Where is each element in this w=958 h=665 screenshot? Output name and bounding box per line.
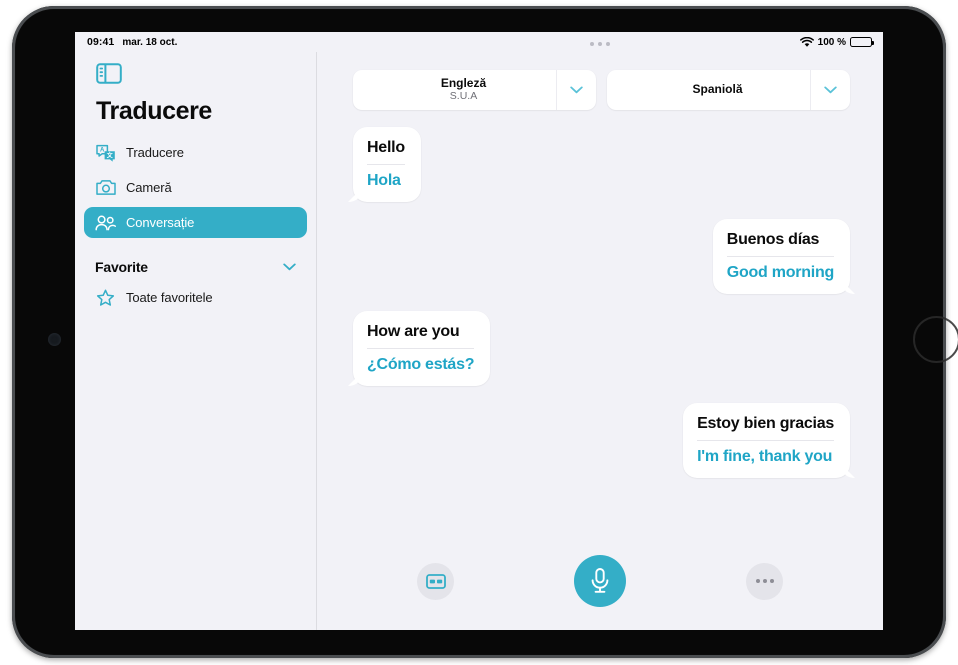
people-icon	[95, 213, 116, 232]
message-translation: I'm fine, thank you	[697, 448, 833, 465]
message-divider	[367, 164, 405, 165]
message-bubble[interactable]: How are you ¿Cómo estás?	[353, 311, 491, 386]
ellipsis-dot	[755, 579, 760, 583]
svg-text:文: 文	[105, 151, 113, 159]
target-language-text: Spaniolă	[607, 82, 810, 97]
drag-dot	[598, 42, 602, 46]
bottom-toolbar	[317, 538, 883, 630]
message-bubble[interactable]: Buenos días Good morning	[712, 219, 850, 294]
target-language-select[interactable]: Spaniolă	[607, 70, 850, 110]
drag-dot	[606, 42, 610, 46]
source-language-name: Engleză	[440, 75, 487, 90]
face-to-face-button[interactable]	[417, 562, 454, 600]
sidebar: Traducere A 文 Traducere Cameră Conversaț…	[75, 52, 317, 630]
main-panel: Engleză S.U.A Spaniolă Hello Hola Buenos…	[317, 42, 883, 630]
message-divider	[367, 348, 475, 349]
chevron-down-icon[interactable]	[810, 70, 850, 110]
message-translation: Hola	[367, 172, 401, 189]
home-button[interactable]	[913, 316, 958, 363]
split-view: Traducere A 文 Traducere Cameră Conversaț…	[75, 42, 883, 630]
message-original: Hello	[367, 139, 405, 156]
message-bubble[interactable]: Hello Hola	[353, 127, 421, 202]
message-row: Estoy bien gracias I'm fine, thank you	[353, 403, 850, 478]
page-title: Traducere	[96, 97, 212, 125]
microphone-icon	[591, 568, 609, 593]
ellipsis-icon	[755, 579, 774, 583]
status-date: mar. 18 oct.	[122, 37, 178, 48]
microphone-button[interactable]	[574, 555, 626, 607]
sidebar-item-conversatie[interactable]: Conversație	[84, 207, 307, 238]
sidebar-item-traducere[interactable]: A 文 Traducere	[84, 137, 307, 168]
message-row: How are you ¿Cómo estás?	[353, 311, 850, 386]
front-camera-icon	[48, 333, 61, 346]
source-language-text: Engleză S.U.A	[353, 75, 556, 103]
sidebar-item-toate-favoritele[interactable]: Toate favoritele	[84, 282, 307, 313]
chevron-down-icon[interactable]	[556, 70, 596, 110]
message-original: Estoy bien gracias	[697, 415, 834, 432]
message-divider	[726, 256, 834, 257]
sidebar-item-label: Cameră	[126, 180, 172, 195]
conversation-list: Hello Hola Buenos días Good morning How …	[317, 110, 883, 538]
source-language-region: S.U.A	[449, 90, 478, 103]
message-row: Hello Hola	[353, 127, 850, 202]
svg-text:A: A	[100, 147, 105, 153]
face-to-face-icon	[425, 573, 446, 589]
camera-icon	[95, 178, 116, 197]
drag-handle-dots[interactable]	[317, 36, 883, 52]
message-original: How are you	[367, 323, 460, 340]
sidebar-section-favorite[interactable]: Favorite	[84, 252, 307, 282]
status-bar-left: 09:41 mar. 18 oct.	[87, 36, 177, 48]
sidebar-item-label: Conversație	[126, 215, 195, 230]
target-language-name: Spaniolă	[692, 82, 743, 97]
sidebar-section-title: Favorite	[95, 259, 148, 275]
sidebar-item-camera[interactable]: Cameră	[84, 172, 307, 203]
ellipsis-dot	[769, 579, 774, 583]
chevron-down-icon[interactable]	[283, 263, 296, 271]
translate-icon: A 文	[95, 143, 116, 162]
source-language-select[interactable]: Engleză S.U.A	[353, 70, 596, 110]
drag-dot	[590, 42, 594, 46]
language-bar: Engleză S.U.A Spaniolă	[317, 52, 883, 110]
message-translation: Good morning	[726, 264, 834, 281]
sidebar-toggle-icon[interactable]	[96, 63, 122, 84]
star-icon	[95, 288, 116, 307]
sidebar-item-label: Traducere	[126, 145, 184, 160]
message-row: Buenos días Good morning	[353, 219, 850, 294]
status-time: 09:41	[87, 36, 115, 48]
ellipsis-dot	[762, 579, 767, 583]
sidebar-item-label: Toate favoritele	[126, 290, 213, 305]
message-translation: ¿Cómo estás?	[367, 356, 475, 373]
message-bubble[interactable]: Estoy bien gracias I'm fine, thank you	[683, 403, 850, 478]
ipad-screen: 09:41 mar. 18 oct. 100 % Traducere A 文 T…	[75, 32, 883, 630]
more-options-button[interactable]	[746, 562, 783, 600]
message-original: Buenos días	[726, 231, 820, 248]
message-divider	[697, 440, 834, 441]
